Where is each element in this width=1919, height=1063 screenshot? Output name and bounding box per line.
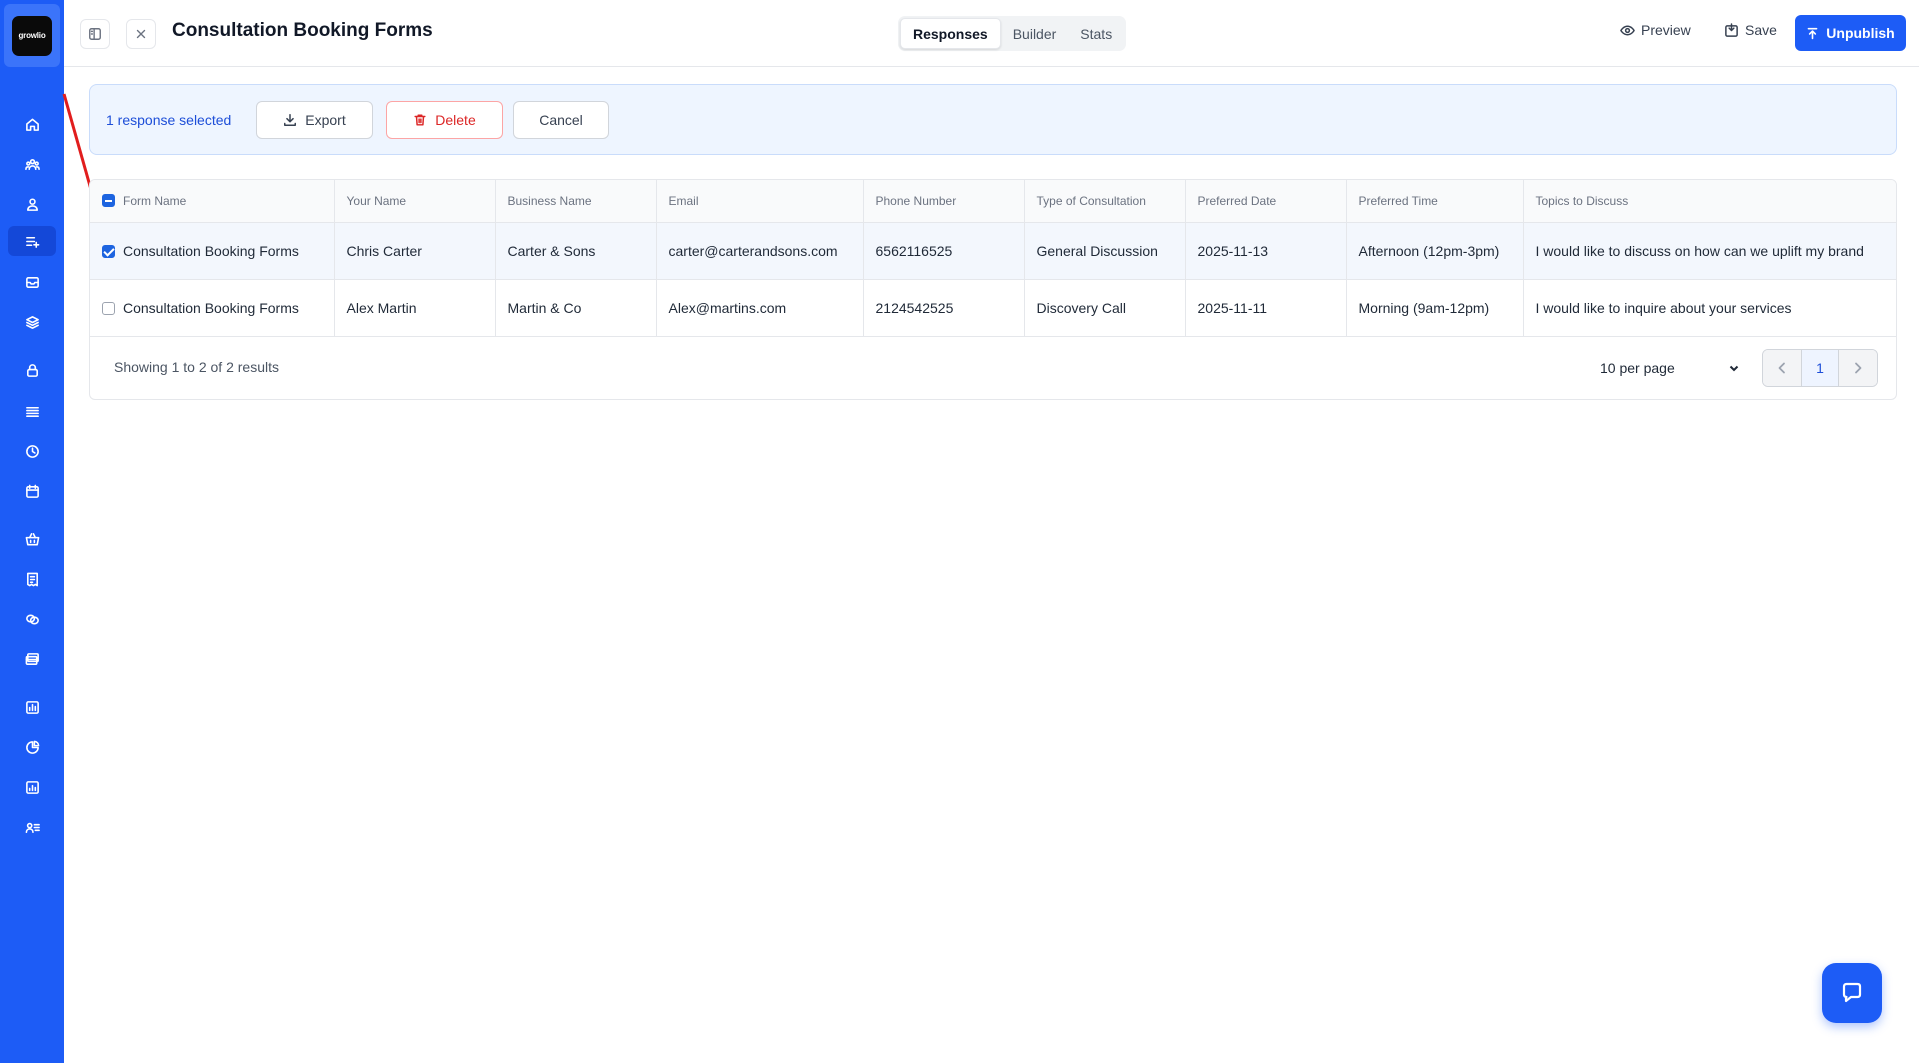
receipt-icon[interactable] [8,564,56,594]
table-cell: Afternoon (12pm-3pm) [1346,222,1524,280]
coins-icon[interactable] [8,604,56,634]
cancel-label: Cancel [539,112,583,128]
table-cell: Discovery Call [1024,279,1186,337]
per-page-value: 10 per page [1600,360,1675,376]
table-cell: Carter & Sons [495,222,657,280]
close-icon [136,29,146,39]
export-button[interactable]: Export [256,101,373,139]
table-cell: 2025-11-11 [1185,279,1347,337]
delete-label: Delete [435,112,476,128]
users-group-icon[interactable] [8,149,56,179]
lock-icon[interactable] [8,355,56,385]
export-label: Export [305,112,346,128]
column-header[interactable]: Topics to Discuss [1523,180,1896,223]
column-header[interactable]: Type of Consultation [1024,180,1186,223]
clock-icon[interactable] [8,436,56,466]
column-header[interactable]: Phone Number [863,180,1025,223]
table-cell: Alex Martin [334,279,496,337]
eye-icon [1620,25,1635,35]
basket-icon[interactable] [8,524,56,554]
help-chat-button[interactable] [1822,963,1882,1023]
layers-icon[interactable] [8,307,56,337]
table-cell: Martin & Co [495,279,657,337]
next-page-button[interactable] [1839,350,1877,386]
table-cell: I would like to discuss on how can we up… [1523,222,1896,280]
top-bar: Consultation Booking Forms Responses Bui… [64,0,1919,67]
table-row[interactable]: Consultation Booking Forms Alex Martin M… [90,279,1896,337]
table-cell: I would like to inquire about your servi… [1523,279,1896,337]
table-cell: Morning (9am-12pm) [1346,279,1524,337]
selection-count: 1 response selected [106,112,232,128]
save-icon [1725,22,1738,37]
preview-label: Preview [1641,22,1691,38]
per-page-select[interactable]: 10 per page [1600,357,1740,379]
toggle-panel-button[interactable] [80,19,110,49]
download-icon [284,114,297,126]
brand-logo: growlio [12,15,52,56]
column-header[interactable]: Preferred Time [1346,180,1524,223]
home-icon[interactable] [8,109,56,139]
table-cell: Alex@martins.com [656,279,864,337]
close-button[interactable] [126,19,156,49]
unpublish-button[interactable]: Unpublish [1795,15,1906,51]
chevron-right-icon [1855,362,1862,374]
table-footer: Showing 1 to 2 of 2 results 10 per page … [90,336,1896,399]
page-title: Consultation Booking Forms [172,20,433,41]
cancel-button[interactable]: Cancel [513,101,609,139]
select-all-checkbox[interactable] [102,193,115,207]
payments-icon[interactable] [8,644,56,674]
preview-button[interactable]: Preview [1620,22,1691,38]
calendar-icon[interactable] [8,476,56,506]
table-cell: Consultation Booking Forms [90,222,335,280]
row-checkbox[interactable] [102,301,115,315]
table-cell: General Discussion [1024,222,1186,280]
table-cell: Consultation Booking Forms [90,279,335,337]
user-list-icon[interactable] [8,812,56,842]
column-header[interactable]: Business Name [495,180,657,223]
table-row[interactable]: Consultation Booking Forms Chris Carter … [90,222,1896,280]
sidebar-toggle-icon [89,28,101,40]
pie-chart-icon[interactable] [8,732,56,762]
tab-stats[interactable]: Stats [1068,18,1124,49]
save-label: Save [1745,22,1777,38]
selection-bar: 1 response selected Export Delete Cancel [89,84,1897,155]
user-icon[interactable] [8,189,56,219]
table-cell: 6562116525 [863,222,1025,280]
list-plus-icon[interactable] [8,226,56,256]
row-checkbox[interactable] [102,244,115,258]
chat-bubble-icon [1842,982,1862,1003]
delete-button[interactable]: Delete [386,101,503,139]
table-cell: 2025-11-13 [1185,222,1347,280]
tab-builder[interactable]: Builder [1001,18,1069,49]
chevron-left-icon [1778,362,1785,374]
tab-responses[interactable]: Responses [900,18,1001,49]
table-cell: carter@carterandsons.com [656,222,864,280]
pagination: 1 [1762,349,1878,387]
view-tabs: Responses Builder Stats [898,16,1127,51]
table-cell: 2124542525 [863,279,1025,337]
column-header[interactable]: Preferred Date [1185,180,1347,223]
chart-icon[interactable] [8,692,56,722]
upload-icon [1807,27,1818,39]
report-icon[interactable] [8,772,56,802]
sidebar: growlio [0,0,64,1063]
prev-page-button[interactable] [1763,350,1801,386]
page-number-button[interactable]: 1 [1801,350,1839,386]
unpublish-label: Unpublish [1826,25,1895,41]
chevron-down-icon [1729,365,1739,372]
table-cell: Chris Carter [334,222,496,280]
trash-icon [414,114,426,126]
column-header[interactable]: Email [656,180,864,223]
inbox-icon[interactable] [8,267,56,297]
logo-container[interactable]: growlio [4,4,60,67]
table-header-row: Form Name Your Name Business Name Email … [90,180,1896,223]
column-header[interactable]: Form Name [90,180,335,223]
results-summary: Showing 1 to 2 of 2 results [114,359,279,375]
save-button[interactable]: Save [1724,22,1777,38]
column-header[interactable]: Your Name [334,180,496,223]
menu-icon[interactable] [8,396,56,426]
responses-table: Form Name Your Name Business Name Email … [89,179,1897,400]
